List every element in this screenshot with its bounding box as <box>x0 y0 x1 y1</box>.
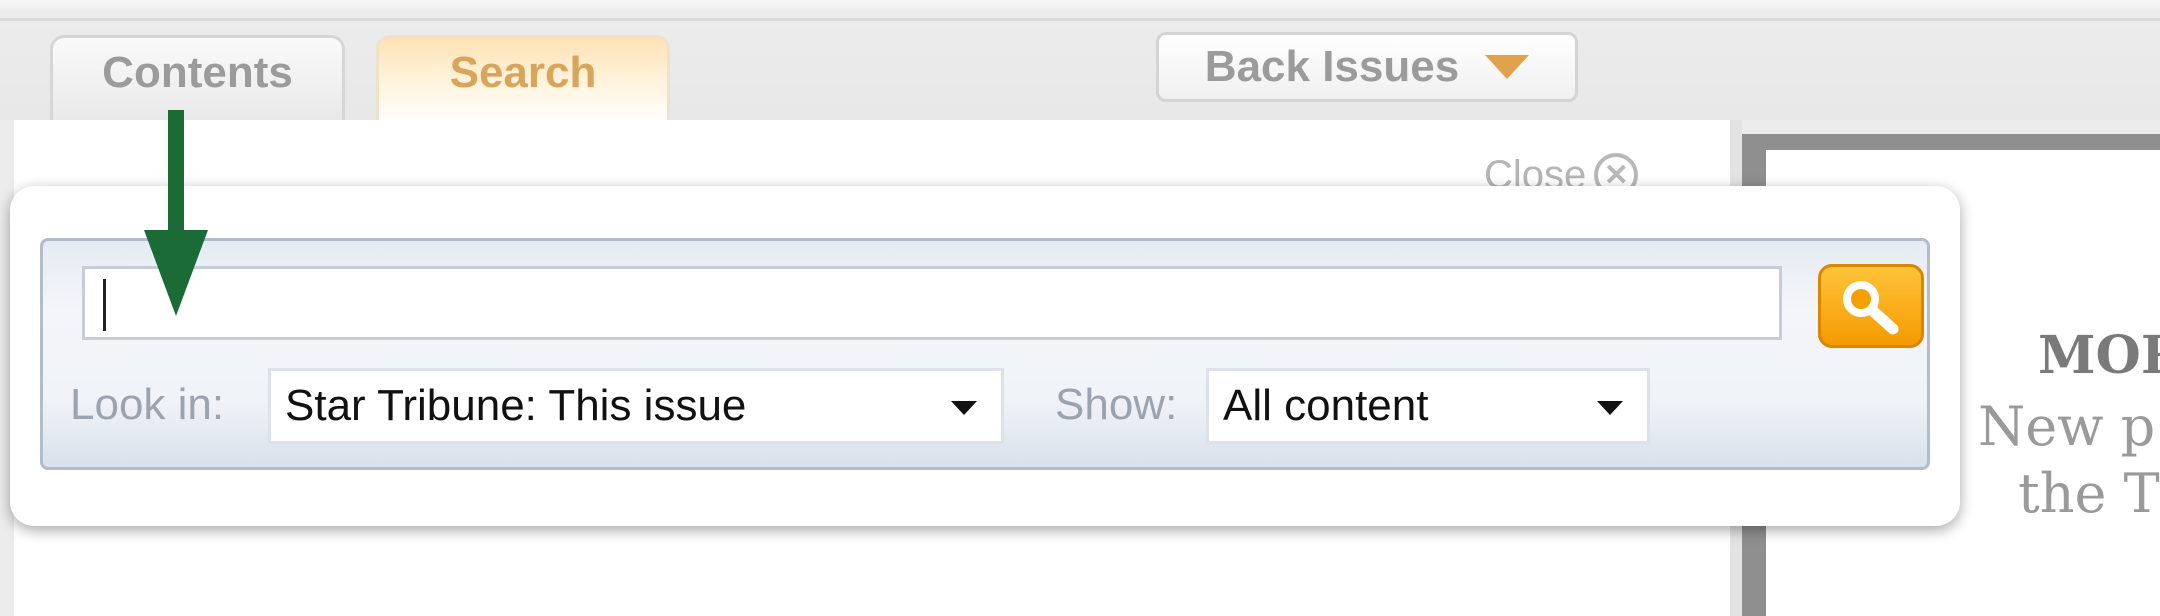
text-caret <box>103 279 106 331</box>
tab-search-label: Search <box>449 48 597 97</box>
tab-contents[interactable]: Contents <box>50 35 345 120</box>
chevron-down-icon <box>1597 401 1623 415</box>
header-divider <box>0 18 2160 21</box>
tab-search[interactable]: Search <box>376 35 670 123</box>
promo-title: MOR <box>2038 325 2160 386</box>
search-input[interactable] <box>82 266 1782 340</box>
triangle-down-icon <box>1485 55 1530 79</box>
search-popup: Look in: Star Tribune: This issue Show: … <box>10 186 1960 526</box>
promo-text-line-2: the T <box>2018 462 2160 525</box>
back-issues-button[interactable]: Back Issues <box>1156 32 1578 102</box>
show-value: All content <box>1223 381 1429 430</box>
look-in-value: Star Tribune: This issue <box>285 381 747 430</box>
annotation-arrow-icon <box>144 110 208 316</box>
magnifier-icon <box>1843 281 1899 335</box>
promo-text-line-1: New p <box>1978 395 2156 458</box>
look-in-label: Look in: <box>70 380 225 429</box>
tab-contents-label: Contents <box>102 48 293 97</box>
search-panel: Look in: Star Tribune: This issue Show: … <box>40 238 1930 470</box>
show-label: Show: <box>1055 380 1178 429</box>
chevron-down-icon <box>951 401 977 415</box>
back-issues-label: Back Issues <box>1204 42 1460 91</box>
search-button[interactable] <box>1818 264 1924 348</box>
show-select[interactable]: All content <box>1206 368 1650 444</box>
look-in-select[interactable]: Star Tribune: This issue <box>268 368 1004 444</box>
